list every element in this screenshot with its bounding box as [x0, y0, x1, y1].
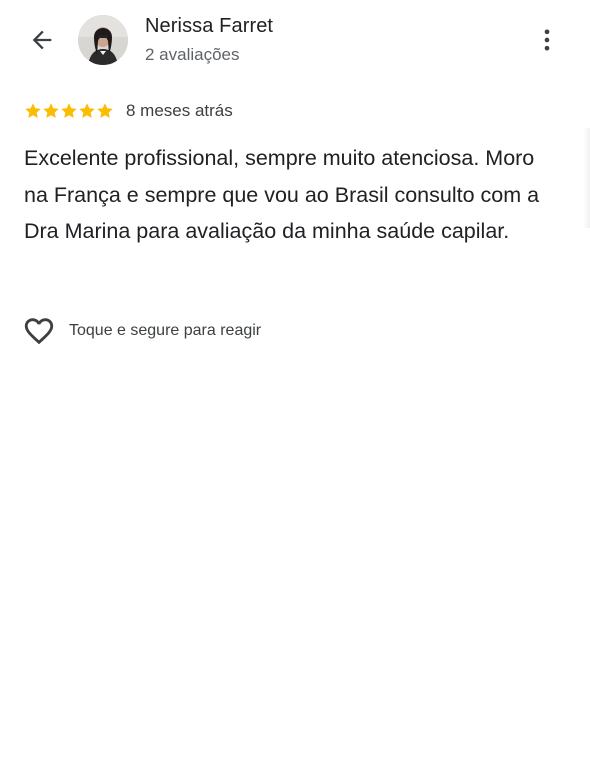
avatar-photo [78, 15, 128, 65]
star-icon [25, 103, 41, 118]
review-text: Excelente profissional, sempre muito ate… [24, 146, 540, 243]
arrow-back-icon [32, 30, 52, 50]
react-button[interactable]: Toque e segure para reagir [22, 313, 261, 349]
more-options-button[interactable] [530, 22, 564, 58]
star-icon [43, 103, 59, 118]
star-icon [79, 103, 95, 118]
more-vert-icon [544, 29, 550, 51]
back-button[interactable] [24, 22, 60, 58]
review-detail-page: Nerissa Farret 2 avaliações 8 meses atrá… [0, 0, 590, 780]
react-label: Toque e segure para reagir [69, 322, 262, 339]
star-rating [24, 102, 114, 120]
rating-row: 8 meses atrás [24, 99, 233, 123]
heart-outline-icon[interactable] [22, 314, 56, 348]
review-date: 8 meses atrás [126, 101, 233, 120]
avatar[interactable] [78, 15, 128, 65]
scroll-edge-indicator [583, 128, 590, 228]
reviewer-name[interactable]: Nerissa Farret [145, 15, 273, 38]
star-icon [61, 103, 77, 118]
star-icon [97, 103, 113, 118]
reviewer-review-count[interactable]: 2 avaliações [145, 45, 240, 65]
